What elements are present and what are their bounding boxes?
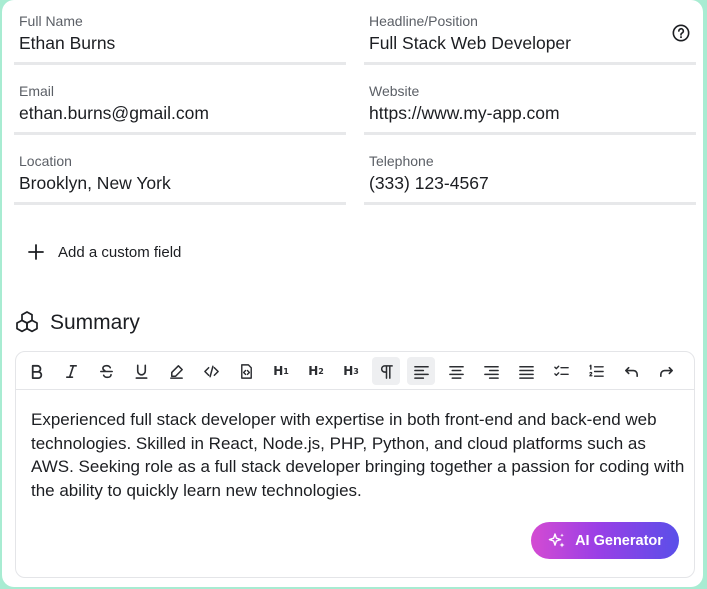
telephone-label: Telephone (369, 153, 434, 169)
website-value[interactable]: https://www.my-app.com (369, 103, 560, 124)
paragraph-icon[interactable] (372, 357, 400, 385)
cubes-icon (16, 311, 38, 333)
task-list-icon[interactable] (547, 357, 575, 385)
headline-label: Headline/Position (369, 13, 478, 29)
ai-generator-label: AI Generator (575, 532, 663, 549)
align-justify-icon[interactable] (512, 357, 540, 385)
undo-icon[interactable] (617, 357, 645, 385)
telephone-field[interactable]: Telephone (333) 123-4567 (364, 140, 696, 205)
sparkles-icon (548, 532, 565, 547)
summary-editor[interactable]: H1 H2 H3 Experienced full stack develope… (15, 351, 695, 578)
ai-generator-button[interactable]: AI Generator (531, 522, 679, 559)
add-custom-field-button[interactable]: Add a custom field (28, 241, 181, 263)
summary-title: Summary (50, 311, 140, 334)
website-label: Website (369, 83, 420, 99)
italic-icon[interactable] (57, 357, 85, 385)
strikethrough-icon[interactable] (92, 357, 120, 385)
location-value[interactable]: Brooklyn, New York (19, 173, 171, 194)
align-center-icon[interactable] (442, 357, 470, 385)
location-label: Location (19, 153, 72, 169)
bold-icon[interactable] (22, 357, 50, 385)
profile-card: Full Name Ethan Burns Headline/Position … (2, 0, 703, 587)
ordered-list-icon[interactable] (582, 357, 610, 385)
align-left-icon[interactable] (407, 357, 435, 385)
heading-3-icon[interactable]: H3 (337, 357, 365, 385)
email-field[interactable]: Email ethan.burns@gmail.com (14, 70, 346, 135)
email-value[interactable]: ethan.burns@gmail.com (19, 103, 209, 124)
redo-icon[interactable] (652, 357, 680, 385)
summary-text[interactable]: Experienced full stack developer with ex… (31, 408, 686, 502)
headline-value[interactable]: Full Stack Web Developer (369, 33, 571, 54)
align-right-icon[interactable] (477, 357, 505, 385)
location-field[interactable]: Location Brooklyn, New York (14, 140, 346, 205)
editor-toolbar: H1 H2 H3 (16, 352, 694, 390)
plus-icon (28, 244, 44, 260)
heading-2-icon[interactable]: H2 (302, 357, 330, 385)
code-icon[interactable] (197, 357, 225, 385)
heading-1-icon[interactable]: H1 (267, 357, 295, 385)
code-block-icon[interactable] (232, 357, 260, 385)
underline-icon[interactable] (127, 357, 155, 385)
add-custom-field-label: Add a custom field (58, 243, 182, 261)
telephone-value[interactable]: (333) 123-4567 (369, 173, 489, 194)
website-field[interactable]: Website https://www.my-app.com (364, 70, 696, 135)
highlight-icon[interactable] (162, 357, 190, 385)
full-name-value[interactable]: Ethan Burns (19, 33, 115, 54)
full-name-label: Full Name (19, 13, 83, 29)
help-icon[interactable] (672, 24, 690, 42)
full-name-field[interactable]: Full Name Ethan Burns (14, 0, 346, 65)
summary-header: Summary (14, 310, 140, 336)
email-label: Email (19, 83, 55, 99)
headline-field[interactable]: Headline/Position Full Stack Web Develop… (364, 0, 696, 65)
